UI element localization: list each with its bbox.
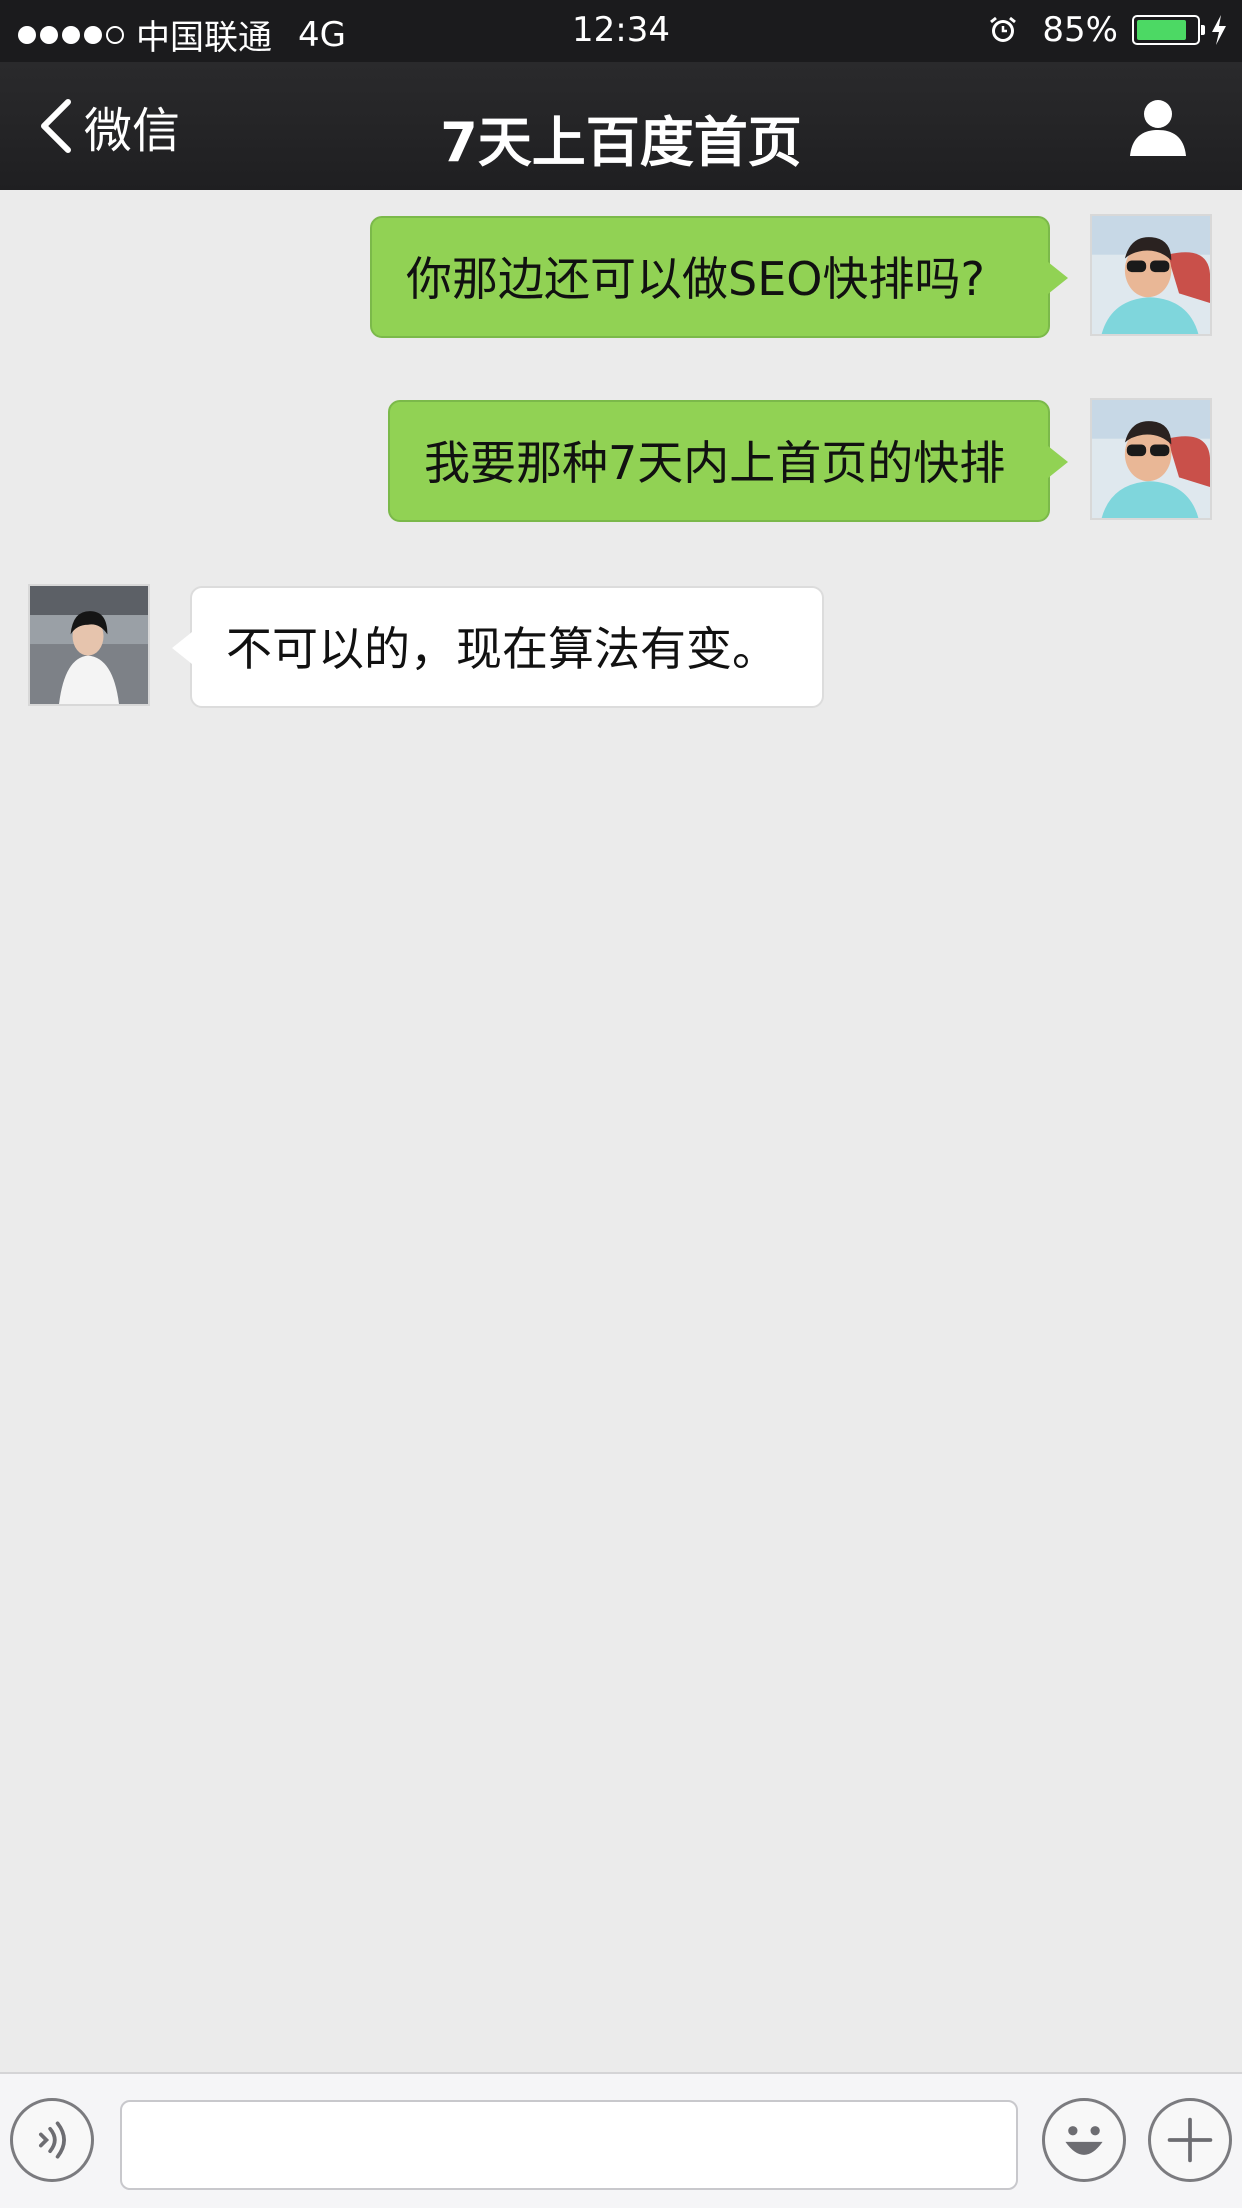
nav-bar: 微信 7天上百度首页 <box>0 62 1242 190</box>
message-text: 我要那种7天内上首页的快排 <box>424 436 1006 490</box>
voice-icon <box>39 2121 66 2159</box>
message-text: 不可以的，现在算法有变。 <box>226 622 778 676</box>
more-button[interactable] <box>1148 2098 1232 2182</box>
emoji-icon <box>1065 2126 1103 2155</box>
input-bar <box>0 2072 1242 2208</box>
status-bar: 中国联通 4G 12:34 85% <box>0 0 1242 62</box>
emoji-button[interactable] <box>1042 2098 1126 2182</box>
message-text: 你那边还可以做SEO快排吗? <box>406 252 985 306</box>
voice-button[interactable] <box>10 2098 94 2182</box>
message-input[interactable] <box>120 2100 1018 2190</box>
person-icon[interactable] <box>1126 94 1190 158</box>
message-bubble-sent[interactable]: 我要那种7天内上首页的快排 <box>388 400 1068 522</box>
avatar-contact[interactable] <box>28 584 150 706</box>
avatar-contact-image <box>30 586 148 704</box>
chat-area[interactable]: 你那边还可以做SEO快排吗? 我要那种7天内上首页的快排 不可以的，现在算法有变… <box>0 190 1242 2072</box>
message-bubble-received[interactable]: 不可以的，现在算法有变。 <box>172 586 824 708</box>
avatar-me-image <box>1092 400 1210 518</box>
battery-fill <box>1137 20 1187 40</box>
battery-percent: 85% <box>1042 10 1118 50</box>
charging-bolt-icon <box>1212 15 1226 45</box>
avatar-me-image <box>1092 216 1210 334</box>
status-right: 85% <box>988 10 1228 50</box>
avatar-me[interactable] <box>1090 214 1212 336</box>
chat-title: 7天上百度首页 <box>440 111 802 174</box>
alarm-icon <box>990 16 1017 42</box>
battery-icon <box>1132 15 1205 45</box>
plus-icon <box>1167 2117 1213 2163</box>
avatar-me[interactable] <box>1090 398 1212 520</box>
message-bubble-sent[interactable]: 你那边还可以做SEO快排吗? <box>370 216 1068 338</box>
